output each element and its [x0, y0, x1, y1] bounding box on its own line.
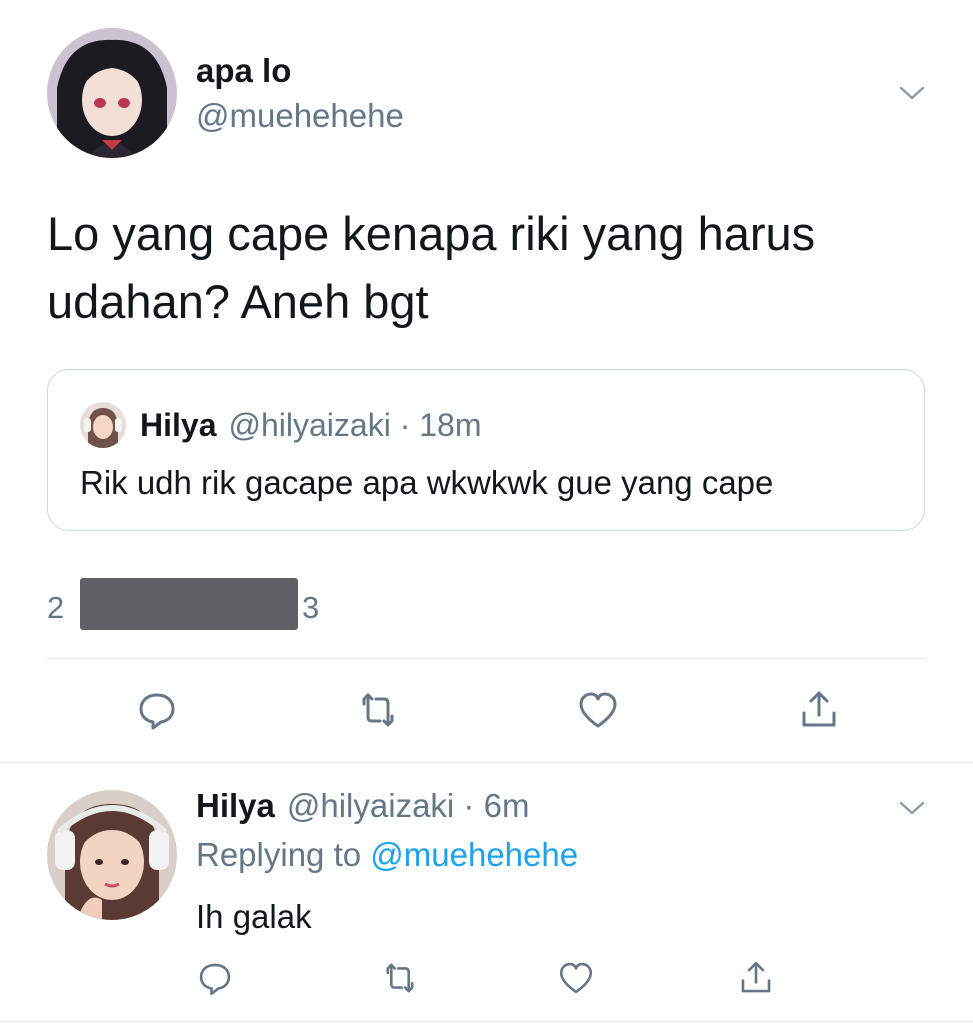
tweet-separator [0, 762, 973, 763]
retweet-icon[interactable] [355, 687, 401, 733]
quoted-handle-time: @hilyaizaki · 18m [228, 406, 482, 443]
quoted-tweet-header: Hilya @hilyaizaki · 18m [80, 402, 481, 448]
reply-icon[interactable] [134, 687, 180, 733]
share-icon[interactable] [796, 687, 842, 733]
reply-reply-icon[interactable] [195, 958, 235, 998]
quoted-tweet-card[interactable]: Hilya @hilyaizaki · 18m Rik udh rik gaca… [47, 369, 925, 531]
reply-display-name[interactable]: Hilya [196, 787, 275, 825]
redacted-area [80, 578, 298, 630]
like-icon[interactable] [575, 687, 621, 733]
quoted-display-name: Hilya [140, 406, 217, 443]
reply-share-icon[interactable] [736, 958, 776, 998]
chevron-down-icon[interactable] [897, 78, 927, 108]
user-avatar[interactable] [47, 28, 177, 158]
reply-text: Ih galak [196, 898, 312, 935]
user-handle[interactable]: @muehehehe [196, 97, 404, 135]
replying-to-link[interactable]: @muehehehe [370, 836, 578, 873]
quoted-avatar [80, 402, 126, 448]
girl-photo-avatar-icon [47, 790, 177, 920]
reply-user-avatar[interactable] [47, 790, 177, 920]
reply-retweet-icon[interactable] [380, 958, 420, 998]
reply-chevron-down-icon[interactable] [897, 793, 927, 823]
girl-photo-avatar-icon [80, 402, 126, 448]
bottom-divider [0, 1021, 973, 1022]
stats-divider [47, 658, 925, 659]
reply-handle-time[interactable]: @hilyaizaki · 6m [287, 787, 530, 825]
stats-left-value: 2 [47, 590, 65, 625]
display-name[interactable]: apa lo [196, 52, 291, 90]
replying-to-line: Replying to @muehehehe [196, 836, 578, 874]
reply-header: Hilya @hilyaizaki · 6m [196, 787, 529, 825]
replying-prefix: Replying to [196, 836, 371, 873]
quoted-tweet-text: Rik udh rik gacape apa wkwkwk gue yang c… [80, 464, 774, 501]
tweet-text: Lo yang cape kenapa riki yang harus udah… [47, 207, 816, 328]
stats-right-value: 3 [302, 590, 320, 625]
reply-like-icon[interactable] [556, 958, 596, 998]
anime-girl-avatar-icon [47, 28, 177, 158]
